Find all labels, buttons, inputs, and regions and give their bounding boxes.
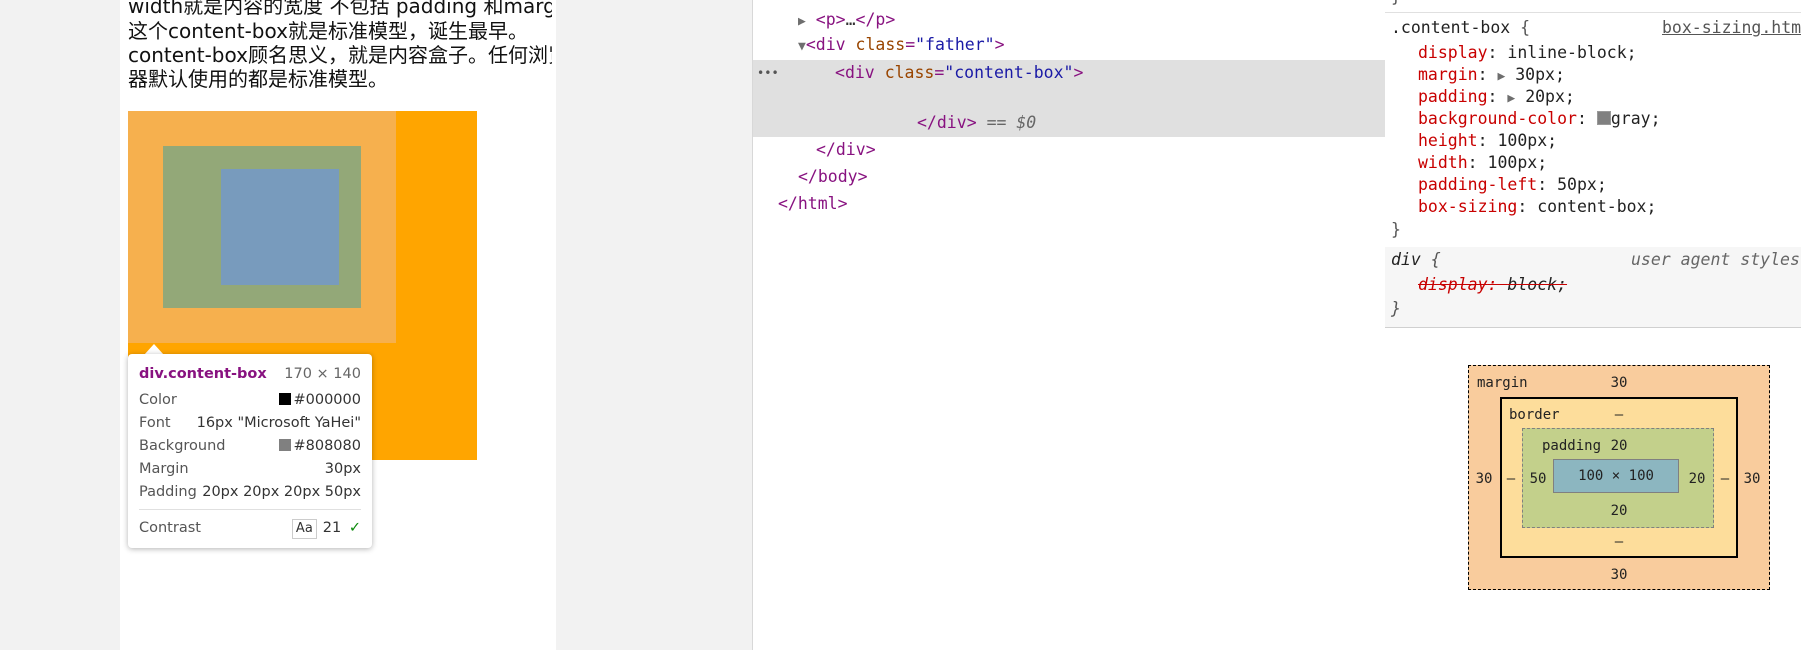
box-model-padding-right[interactable]: 20	[1682, 470, 1712, 488]
rule-1-source-link[interactable]: box-sizing.htm	[1662, 17, 1801, 39]
page-text-line-4: 器默认使用的都是标准模型。	[128, 67, 388, 91]
box-model-content-size[interactable]: 100 × 100	[1553, 467, 1679, 485]
styles-panel: } .content-box { box-sizing.htm display:…	[1385, 0, 1801, 650]
box-model-margin-top[interactable]: 30	[1599, 374, 1639, 392]
tooltip-selector: div.content-box	[139, 366, 267, 382]
tooltip-contrast-value: 21	[322, 520, 342, 536]
box-model-border-top[interactable]: –	[1599, 406, 1639, 424]
rule-1-close-brace: }	[1391, 220, 1401, 239]
rule-2-selector: div	[1391, 250, 1421, 269]
dom-node-content-box[interactable]: <div class="content-box">	[835, 62, 1083, 84]
box-model-border-label: border	[1509, 407, 1560, 423]
css-rule-div-user-agent[interactable]: div { user agent styles display: block; …	[1385, 247, 1801, 328]
page-text-line-2: 这个content-box就是标准模型，诞生最早。	[128, 19, 528, 43]
gray-swatch-icon[interactable]	[1596, 111, 1611, 125]
inspect-tooltip: div.content-box 170 × 140 Color #000000 …	[128, 354, 372, 548]
css-rule-content-box[interactable]: .content-box { box-sizing.htm display: i…	[1385, 12, 1801, 248]
tooltip-color-key: Color	[139, 392, 177, 408]
box-model-border-bottom[interactable]: –	[1599, 533, 1639, 551]
tooltip-padding-key: Padding	[139, 484, 197, 500]
decl-padding[interactable]: padding: ▶ 20px;	[1418, 86, 1575, 110]
page-text-line-3: content-box顾名思义，就是内容盒子。任何浏览	[128, 43, 552, 67]
box-model-padding-bottom[interactable]: 20	[1599, 502, 1639, 520]
box-model-margin-left[interactable]: 30	[1472, 470, 1496, 488]
expand-triangle-icon[interactable]: ▶	[1497, 69, 1505, 84]
box-model-padding-label: padding	[1542, 438, 1602, 454]
rule-1-selector-line: .content-box {	[1391, 18, 1531, 37]
tooltip-color-value: #000000	[293, 392, 361, 408]
tooltip-margin-key: Margin	[139, 461, 189, 477]
box-model-padding-left[interactable]: 50	[1524, 470, 1552, 488]
dom-node-father[interactable]: ▼<div class="father">	[798, 34, 1005, 58]
highlight-content	[221, 169, 339, 285]
color-swatch-icon	[279, 393, 292, 405]
tooltip-divider	[139, 509, 361, 510]
elements-panel: ▶ <p>…</p> ▼<div class="father"> ••• <di…	[752, 0, 1386, 650]
decl-width[interactable]: width: 100px;	[1418, 152, 1547, 174]
tooltip-background-value: #808080	[293, 438, 361, 454]
box-model-margin-label: margin	[1477, 375, 1528, 391]
decl-padding-left[interactable]: padding-left: 50px;	[1418, 174, 1607, 196]
box-model-padding-top[interactable]: 20	[1607, 437, 1631, 455]
dom-node-content-box-close[interactable]: </div> == $0	[917, 112, 1036, 134]
contrast-sample: Aa	[291, 519, 317, 539]
decl-margin[interactable]: margin: ▶ 30px;	[1418, 64, 1565, 88]
previous-rule-brace: }	[1391, 0, 1401, 8]
tooltip-padding-value: 20px 20px 20px 50px	[202, 484, 361, 500]
box-model-border-right[interactable]: –	[1716, 470, 1734, 488]
rule-2-close-brace: }	[1391, 299, 1401, 318]
dom-node-html-close[interactable]: </html>	[778, 193, 848, 215]
decl-background-color[interactable]: background-color: gray;	[1418, 108, 1661, 130]
box-model-margin-bottom[interactable]: 30	[1599, 566, 1639, 584]
decl-display-overridden: display: block;	[1418, 275, 1568, 294]
dom-node-p[interactable]: ▶ <p>…</p>	[798, 9, 895, 33]
tooltip-background-key: Background	[139, 438, 226, 454]
page-text-line-1: width就是内容的宽度 不包括 padding 和margin	[128, 0, 552, 18]
tooltip-font-value: 16px "Microsoft YaHei"	[196, 415, 361, 431]
decl-display[interactable]: display: inline-block;	[1418, 42, 1637, 64]
dom-node-div-close[interactable]: </div>	[816, 139, 876, 161]
tooltip-contrast-key: Contrast	[139, 520, 201, 536]
tooltip-font-key: Font	[139, 415, 171, 431]
rule-2-source: user agent styles	[1631, 250, 1800, 269]
background-swatch-icon	[279, 439, 292, 451]
more-actions-icon[interactable]: •••	[757, 62, 779, 84]
collapse-triangle-icon[interactable]: ▼	[798, 39, 806, 54]
decl-box-sizing[interactable]: box-sizing: content-box;	[1418, 196, 1656, 218]
dom-node-body-close[interactable]: </body>	[798, 166, 868, 188]
rule-1-selector: .content-box	[1391, 18, 1511, 37]
expand-triangle-icon[interactable]: ▶	[1507, 91, 1515, 106]
box-model-margin-right[interactable]: 30	[1740, 470, 1764, 488]
box-model-border-left[interactable]: –	[1502, 470, 1520, 488]
tooltip-margin-value: 30px	[324, 461, 361, 477]
expand-triangle-icon[interactable]: ▶	[798, 14, 806, 29]
decl-height[interactable]: height: 100px;	[1418, 130, 1557, 152]
selected-marker: == $0	[986, 113, 1037, 132]
rule-2-selector-line: div {	[1391, 250, 1441, 269]
check-icon: ✓	[348, 520, 361, 536]
tooltip-size: 170 × 140	[284, 366, 361, 382]
